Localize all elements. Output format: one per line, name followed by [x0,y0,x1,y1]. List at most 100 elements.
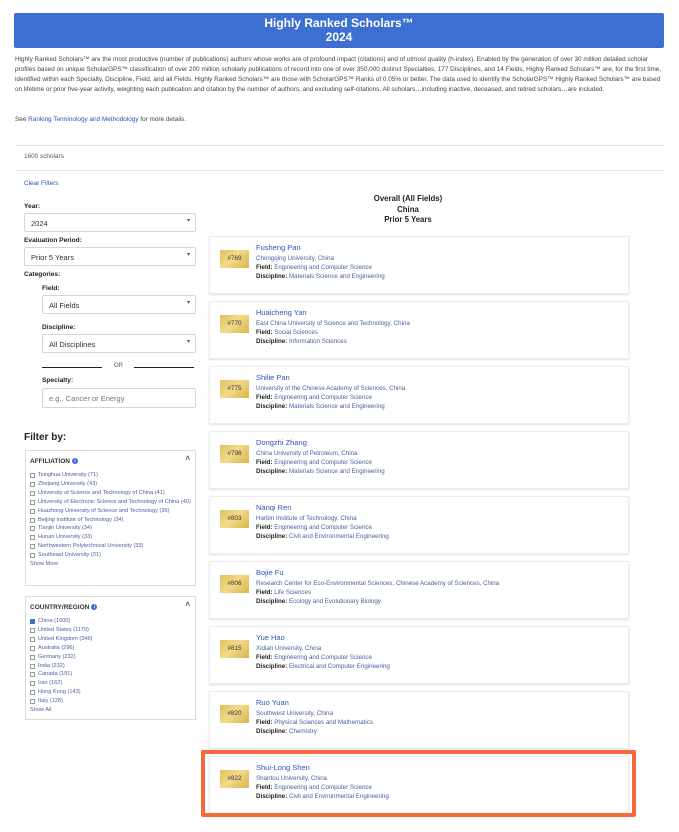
affiliation-header[interactable]: AFFILIATION i ˄ [26,451,195,469]
checkbox[interactable] [30,663,35,669]
see-suffix: for more details. [138,116,187,123]
affiliation-option[interactable]: Tsinghua University (71) [30,471,191,480]
clear-filters-link[interactable]: Clear Filters [24,180,58,187]
checkbox[interactable] [30,672,35,678]
year-select[interactable]: 2024 ▾ [24,213,196,232]
scholar-affiliation[interactable]: East China University of Science and Tec… [256,320,410,327]
field-select[interactable]: All Fields ▾ [42,295,196,314]
checkbox[interactable] [30,645,35,651]
checkbox[interactable] [30,636,35,642]
checkbox[interactable] [30,544,35,550]
country-header[interactable]: COUNTRY/REGION i ˄ [26,597,195,615]
country-option[interactable]: Italy (128) [30,697,191,706]
country-option[interactable]: Canada (191) [30,670,191,679]
checkbox[interactable] [30,619,35,624]
discipline-value-link[interactable]: Civil and Environmental Engineering [289,533,389,540]
checkbox[interactable] [30,490,35,496]
affiliation-option[interactable]: Beijing Institute of Technology (34) [30,516,191,525]
scholar-name-link[interactable]: Yue Hao [256,633,285,642]
scholar-affiliation[interactable]: China University of Petroleum, China [256,450,357,457]
scholar-name-link[interactable]: Bojie Fu [256,568,284,577]
specialty-input[interactable] [42,388,196,408]
scholar-name-link[interactable]: Shilie Pan [256,373,290,382]
scholar-name-link[interactable]: Fusheng Pan [256,243,301,252]
field-value-link[interactable]: Engineering and Computer Science [274,264,372,271]
checkbox[interactable] [30,681,35,687]
discipline-value-link[interactable]: Materials Science and Engineering [289,468,385,475]
scholar-name-link[interactable]: Ruo Yuan [256,698,289,707]
checkbox[interactable] [30,654,35,660]
checkbox[interactable] [30,473,35,478]
discipline-value-link[interactable]: Materials Science and Engineering [289,403,385,410]
discipline-label: Discipline: [256,663,288,670]
field-value: All Fields [49,301,80,310]
country-option[interactable]: Hong Kong (143) [30,688,191,697]
checkbox[interactable] [30,535,35,541]
affiliation-option[interactable]: Hunan University (33) [30,533,191,542]
scholar-discipline: Discipline: Materials Science and Engine… [256,273,385,280]
period-select[interactable]: Prior 5 Years ▾ [24,247,196,266]
checkbox[interactable] [30,499,35,505]
show-more-link[interactable]: Show More [30,560,191,569]
country-option[interactable]: China (1600) [30,617,191,626]
scholar-field: Field: Social Sciences [256,329,318,336]
checkbox[interactable] [30,690,35,696]
discipline-value-link[interactable]: Electrical and Computer Engineering [289,663,390,670]
scholar-affiliation[interactable]: Xidian University, China [256,645,321,652]
affiliation-option[interactable]: Northwestern Polytechnical University (3… [30,542,191,551]
scholar-card: #806 Bojie Fu Research Center for Eco-Envi… [209,561,629,619]
info-icon[interactable]: i [91,604,98,610]
checkbox[interactable] [30,481,35,487]
discipline-select[interactable]: All Disciplines ▾ [42,334,196,353]
show-all-link[interactable]: Show All [30,706,191,715]
scholar-affiliation[interactable]: Research Center for Eco-Environmental Sc… [256,580,499,587]
scholar-name-link[interactable]: Huaicheng Yan [256,308,307,317]
affiliation-option[interactable]: Huazhong University of Science and Techn… [30,507,191,516]
checkbox[interactable] [30,699,35,705]
field-value-link[interactable]: Engineering and Computer Science [274,524,372,531]
affiliation-option[interactable]: University of Electronic Science and Tec… [30,498,191,507]
scholar-affiliation[interactable]: Chongqing University, China [256,255,334,262]
field-value-link[interactable]: Engineering and Computer Science [274,654,372,661]
methodology-link[interactable]: Ranking Terminology and Methodology [28,116,138,123]
scholar-name-link[interactable]: Dongzhi Zhang [256,438,307,447]
affiliation-option[interactable]: Zhejiang University (43) [30,480,191,489]
scholar-affiliation[interactable]: Harbin Institute of Technology, China [256,515,357,522]
country-option[interactable]: United States (1179) [30,626,191,635]
scholar-affiliation[interactable]: Southwest University, China [256,710,333,717]
country-options: China (1600) United States (1179) United K… [26,615,195,719]
scholar-name-link[interactable]: Nanqi Ren [256,503,291,512]
country-option[interactable]: Australia (296) [30,644,191,653]
categories-label: Categories: [24,271,61,278]
option-label: Italy (128) [38,698,63,705]
discipline-value-link[interactable]: Materials Science and Engineering [289,273,385,280]
discipline-value-link[interactable]: Information Sciences [289,338,347,345]
affiliation-option[interactable]: University of Science and Technology of … [30,489,191,498]
highlight-box [201,750,636,817]
checkbox[interactable] [30,526,35,532]
affiliation-option[interactable]: Southeast University (31) [30,551,191,560]
country-option[interactable]: United Kingdom (346) [30,635,191,644]
checkbox[interactable] [30,553,35,559]
discipline-value-link[interactable]: Ecology and Evolutionary Biology [289,598,381,605]
checkbox[interactable] [30,508,35,514]
field-value-link[interactable]: Life Sciences [274,589,311,596]
scholar-field: Field: Life Sciences [256,589,311,596]
affiliation-option[interactable]: Tianjin University (34) [30,524,191,533]
country-option[interactable]: Iran (162) [30,679,191,688]
scholar-card: #803 Nanqi Ren Harbin Institute of Technol… [209,496,629,554]
scholar-affiliation[interactable]: University of the Chinese Academy of Sci… [256,385,405,392]
checkbox[interactable] [30,517,35,523]
field-value-link[interactable]: Physical Sciences and Mathematics [274,719,373,726]
option-label: Huazhong University of Science and Techn… [38,507,170,514]
chevron-up-icon[interactable]: ˄ [185,600,190,609]
chevron-up-icon[interactable]: ˄ [185,454,190,463]
field-value-link[interactable]: Social Sciences [274,329,318,336]
field-value-link[interactable]: Engineering and Computer Science [274,394,372,401]
country-option[interactable]: India (232) [30,662,191,671]
discipline-value-link[interactable]: Chemistry [289,728,317,735]
checkbox[interactable] [30,627,35,633]
field-value-link[interactable]: Engineering and Computer Science [274,459,372,466]
country-option[interactable]: Germany (232) [30,653,191,662]
info-icon[interactable]: i [71,458,78,464]
